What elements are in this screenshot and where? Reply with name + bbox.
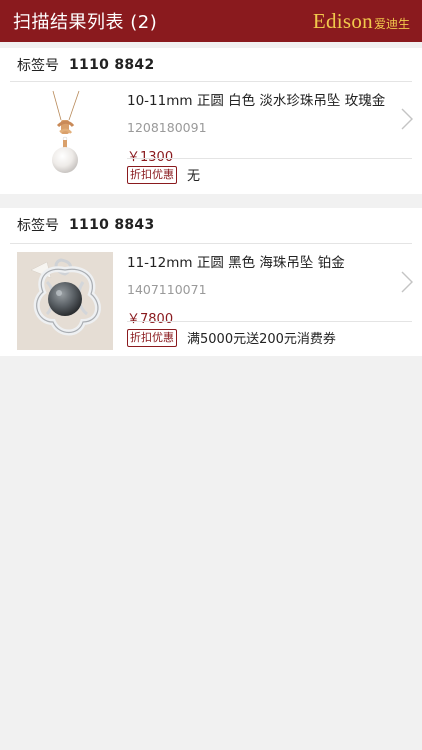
app-header: 扫描结果列表 (2) Edison 爱迪生: [0, 0, 422, 42]
tag-row: 标签号 1110 8842: [0, 48, 422, 81]
brand-logo-cjk: 爱迪生: [373, 16, 410, 31]
tag-label: 标签号: [17, 217, 59, 234]
promo-row: 折扣优惠 无: [127, 165, 200, 184]
pearl-pendant-rose-gold-image: [17, 90, 115, 188]
divider: [10, 81, 412, 82]
divider: [127, 158, 412, 159]
product-price: ￥1300: [127, 150, 174, 165]
product-info: 10-11mm 正圆 白色 淡水珍珠吊坠 玫瑰金 1208180091 ￥130…: [127, 89, 408, 165]
brand-logo: Edison 爱迪生: [313, 9, 410, 34]
promo-badge: 折扣优惠: [127, 165, 177, 184]
divider: [10, 243, 412, 244]
promo-text: 无: [187, 169, 201, 184]
result-card[interactable]: 标签号 1110 8842 10-11mm 正圆 白色 淡水珍珠吊坠 玫瑰金 1…: [0, 48, 422, 194]
tag-number: 1110 8842: [69, 56, 155, 73]
product-title: 10-11mm 正圆 白色 淡水珍珠吊坠 玫瑰金: [127, 93, 386, 109]
product-code: 1407110071: [127, 282, 207, 297]
product-code: 1208180091: [127, 120, 207, 135]
promo-badge: 折扣优惠: [127, 328, 177, 347]
promo-text: 满5000元送200元消费券: [187, 332, 336, 347]
promo-row: 折扣优惠 满5000元送200元消费券: [127, 328, 336, 347]
tag-label: 标签号: [17, 57, 59, 74]
brand-logo-latin: Edison: [312, 8, 373, 33]
tag-row: 标签号 1110 8843: [0, 208, 422, 241]
page-title: 扫描结果列表 (2): [13, 12, 158, 33]
chevron-right-icon[interactable]: [401, 108, 413, 130]
product-info: 11-12mm 正圆 黑色 海珠吊坠 铂金 1407110071 ￥7800: [127, 251, 408, 327]
chevron-right-icon[interactable]: [401, 271, 413, 293]
tag-number: 1110 8843: [69, 216, 155, 233]
product-title: 11-12mm 正圆 黑色 海珠吊坠 铂金: [127, 255, 345, 271]
black-pearl-flower-pendant-image: [17, 252, 113, 350]
divider: [127, 321, 412, 322]
product-price: ￥7800: [127, 312, 174, 327]
result-card[interactable]: 标签号 1110 8843 11-12mm 正圆 黑色 海珠吊坠 铂金 1407…: [0, 208, 422, 356]
